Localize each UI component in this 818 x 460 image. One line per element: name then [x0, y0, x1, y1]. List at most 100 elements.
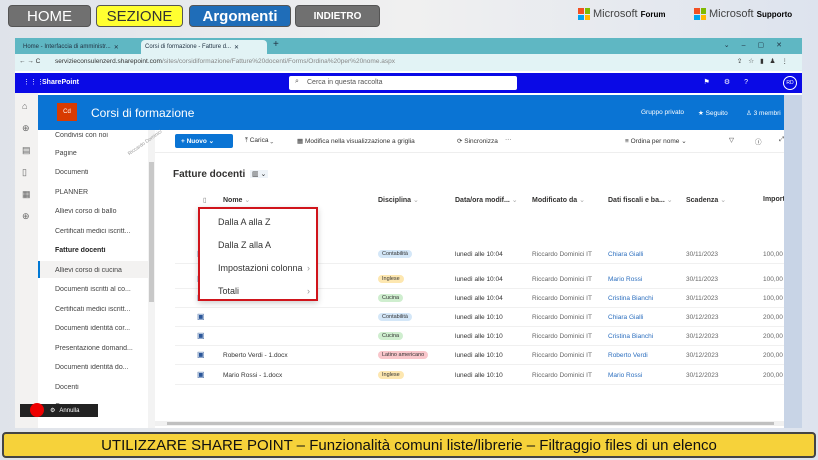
column-header[interactable]: Scadenza ⌄ [686, 196, 726, 204]
nav-item[interactable]: Certificati medici iscritt... [55, 228, 150, 235]
modified-date: lunedì alle 10:10 [455, 352, 503, 359]
due-date: 30/11/2023 [686, 276, 719, 283]
members-label: 3 membri [753, 110, 781, 117]
nav-item[interactable]: Docenti [55, 384, 150, 391]
record-icon[interactable] [30, 403, 44, 417]
chevron-down-icon: ⌄ [579, 197, 585, 204]
settings-icon[interactable]: ⚙ [50, 407, 55, 414]
horizontal-scrollbar[interactable] [155, 421, 784, 426]
tab-title: Corsi di formazione - Fatture d... [145, 44, 232, 50]
column-header[interactable]: Nome ⌄ [223, 196, 250, 204]
column-header[interactable]: Data/ora modif... ⌄ [455, 196, 518, 204]
nav-item[interactable]: Documenti iscritti al co... [55, 286, 150, 293]
table-row[interactable]: ▣ Cucina lunedì alle 10:10 Riccardo Dominic… [175, 327, 788, 346]
word-file-icon: ▣ [197, 331, 205, 340]
menu-label: Dalla Z alla A [218, 240, 272, 250]
tab-title: Home - Interfaccia di amministr... [23, 44, 111, 50]
fiscal-data-link[interactable]: Mario Rossi [608, 276, 642, 283]
header-actions-icon[interactable]: ⚑⚙? [704, 78, 762, 86]
site-logo[interactable]: Cd [57, 103, 77, 121]
nav-item[interactable]: Fatture docenti [55, 247, 150, 254]
search-input[interactable]: ⌕ Cerca in questa raccolta [289, 76, 517, 90]
file-name[interactable]: Roberto Verdi - 1.docx [223, 352, 288, 359]
follow-label: Seguito [705, 110, 728, 117]
info-icon[interactable]: ⓘ [755, 136, 762, 146]
argomenti-button[interactable]: Argomenti [189, 5, 291, 27]
more-button[interactable]: ··· [505, 136, 512, 143]
window-controls-icon[interactable]: ⌄–▢✕ [724, 41, 794, 49]
menu-item-column-settings[interactable]: Impostazioni colonna › [218, 263, 310, 273]
due-date: 30/12/2023 [686, 372, 719, 379]
view-switcher-icon[interactable]: ▥ ⌄ [250, 170, 269, 178]
fiscal-data-link[interactable]: Chiara Gialli [608, 314, 643, 321]
fiscal-data-link[interactable]: Cristina Bianchi [608, 333, 653, 340]
add-icon[interactable]: ⊕ [22, 211, 30, 222]
address-bar[interactable]: ← → C servizieconsulenzerd.sharepoint.co… [15, 54, 802, 71]
sharepoint-suite-bar: ⋮⋮⋮ SharePoint ⌕ Cerca in questa raccolta… [15, 73, 802, 93]
table-row[interactable]: ▣ Mario Rossi - 1.docx Inglese lunedì alle … [175, 366, 788, 385]
browser-actions-icon[interactable]: ⇪☆▮♟⋮ [737, 57, 794, 65]
column-header[interactable]: Disciplina ⌄ [378, 196, 419, 204]
menu-item-sort-az[interactable]: Dalla A alla Z [218, 217, 310, 227]
close-icon[interactable]: ✕ [234, 44, 239, 51]
members-button[interactable]: ♙ 3 membri [746, 109, 781, 117]
table-row[interactable]: ▣ Roberto Verdi - 1.docx Latino americano l… [175, 346, 788, 365]
nav-item[interactable]: Presentazione domand... [55, 345, 150, 352]
lists-icon[interactable]: ▦ [22, 189, 31, 200]
page-scrollbar[interactable] [784, 95, 802, 428]
nav-item[interactable]: Allievi corso di cucina [55, 267, 150, 274]
modified-by: Riccardo Dominici IT [532, 372, 592, 379]
upload-label: Carica [249, 137, 269, 144]
cancel-button[interactable]: Annulla [59, 408, 79, 414]
fiscal-data-link[interactable]: Chiara Gialli [608, 251, 643, 258]
indietro-button[interactable]: INDIETRO [295, 5, 380, 27]
follow-button[interactable]: ★ Seguito [698, 109, 728, 117]
sezione-button[interactable]: SEZIONE [96, 5, 183, 27]
home-button[interactable]: HOME [8, 5, 91, 27]
column-header-label: Nome [223, 197, 243, 204]
fiscal-data-link[interactable]: Roberto Verdi [608, 352, 648, 359]
fiscal-data-link[interactable]: Cristina Bianchi [608, 295, 653, 302]
microsoft-forum-link[interactable]: Microsoft Forum [578, 8, 666, 20]
close-icon[interactable]: ✕ [114, 44, 119, 51]
modified-by: Riccardo Dominici IT [532, 352, 592, 359]
tab-corsi[interactable]: Corsi di formazione - Fatture d... ✕ [141, 40, 267, 54]
new-tab-icon[interactable]: + [273, 39, 279, 50]
column-header[interactable]: Modificato da ⌄ [532, 196, 585, 204]
column-header[interactable]: Dati fiscali e ba... ⌄ [608, 196, 673, 204]
microsoft-support-link[interactable]: Microsoft Supporto [694, 8, 792, 20]
nav-item[interactable]: Certificati medici iscritt... [55, 306, 150, 313]
back-forward-reload-icon[interactable]: ← → C [19, 58, 40, 65]
app-launcher-icon[interactable]: ⋮⋮⋮ [23, 78, 44, 86]
nav-item[interactable]: Documenti identità do... [55, 364, 150, 371]
upload-button[interactable]: ⤒ Carica ⌄ [245, 137, 273, 145]
news-icon[interactable]: ▤ [22, 145, 31, 156]
site-title[interactable]: Corsi di formazione [91, 106, 194, 120]
nav-item[interactable]: PLANNER [55, 189, 150, 196]
menu-item-sort-za[interactable]: Dalla Z alla A [218, 240, 310, 250]
filter-icon[interactable]: ▽ [729, 136, 734, 144]
table-row[interactable]: ▣ Contabilità lunedì alle 10:10 Riccardo Do… [175, 308, 788, 327]
tab-home[interactable]: Home - Interfaccia di amministr... ✕ [19, 40, 137, 54]
discipline-badge: Cucina [378, 332, 404, 340]
grid-edit-button[interactable]: ▦ Modifica nella visualizzazione a grigl… [297, 137, 415, 145]
microsoft-logo-icon [694, 8, 706, 20]
file-name[interactable]: Mario Rossi - 1.docx [223, 372, 282, 379]
app-name[interactable]: SharePoint [42, 79, 79, 86]
sort-dropdown[interactable]: ≡ Ordina per nome ⌄ [625, 137, 687, 145]
home-icon[interactable]: ⌂ [22, 101, 27, 111]
column-context-menu: Dalla A alla Z Dalla Z alla A Impostazio… [198, 207, 318, 301]
search-placeholder: Cerca in questa raccolta [307, 79, 383, 86]
new-button[interactable]: + Nuovo ⌄ [175, 134, 233, 148]
nav-item[interactable]: Documenti identità cor... [55, 325, 150, 332]
fiscal-data-link[interactable]: Mario Rossi [608, 372, 642, 379]
file-icon[interactable]: ▯ [22, 167, 27, 178]
globe-icon[interactable]: ⊕ [22, 123, 30, 134]
menu-item-totals[interactable]: Totali › [218, 286, 310, 296]
nav-item[interactable]: Condivisi con noi [55, 132, 150, 139]
sync-button[interactable]: ⟳ Sincronizza [457, 137, 498, 145]
footer-banner: UTILIZZARE SHARE POINT – Funzionalità co… [2, 432, 816, 458]
nav-item[interactable]: Documenti [55, 169, 150, 176]
avatar[interactable]: RD [783, 76, 797, 90]
nav-item[interactable]: Allievi corso di ballo [55, 208, 150, 215]
